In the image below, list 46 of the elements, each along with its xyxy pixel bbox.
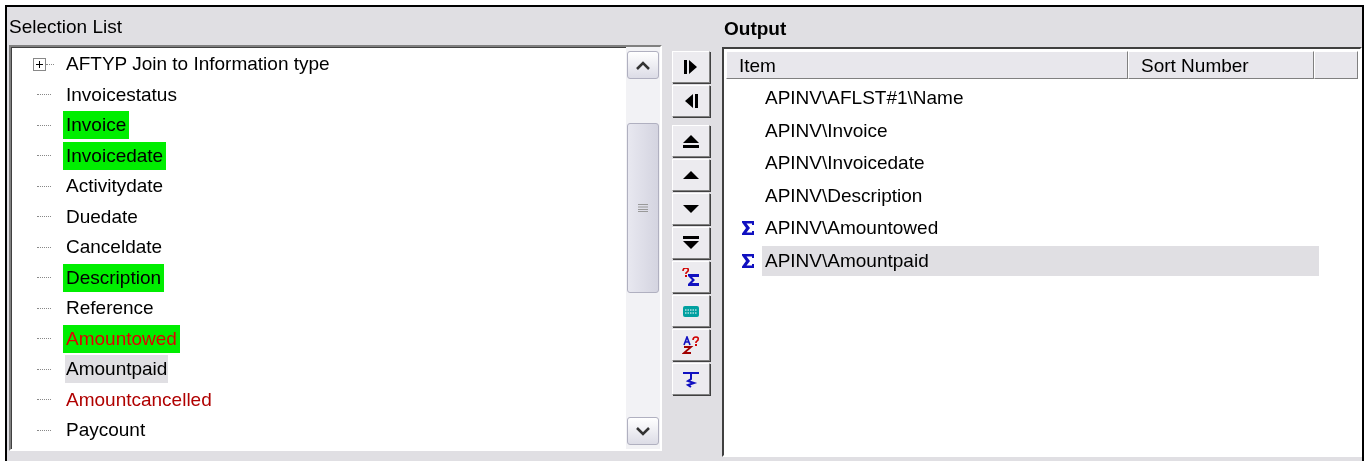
- column-header[interactable]: Item: [726, 51, 1128, 79]
- tree-item[interactable]: AFTYP Join to Information type: [65, 50, 331, 79]
- column-header[interactable]: Sort Number: [1128, 51, 1314, 79]
- grip-icon: [638, 204, 648, 212]
- output-item[interactable]: APINV\AFLST#1\Name: [762, 83, 1319, 114]
- expand-icon[interactable]: [33, 57, 46, 71]
- tree-item[interactable]: Invoicestatus: [65, 80, 178, 109]
- break-button[interactable]: [672, 363, 710, 395]
- output-item[interactable]: APINV\Amountowed: [762, 213, 1319, 244]
- chevron-up-icon: [636, 60, 650, 70]
- output-item[interactable]: APINV\Description: [762, 180, 1319, 211]
- scrollbar[interactable]: [626, 47, 660, 449]
- scroll-up-button[interactable]: [627, 51, 659, 79]
- move-bottom-button[interactable]: [672, 227, 710, 259]
- move-top-icon: [682, 132, 700, 150]
- output-item[interactable]: APINV\Invoicedate: [762, 148, 1319, 179]
- column-header[interactable]: [1314, 51, 1358, 79]
- tree-item[interactable]: Duedate: [65, 202, 139, 231]
- tree-item[interactable]: Reference: [65, 294, 155, 323]
- add-button[interactable]: [672, 51, 710, 83]
- tree-item[interactable]: Amountpaid: [65, 355, 169, 384]
- tree-item[interactable]: Amountcancelled: [65, 385, 213, 414]
- output-item[interactable]: APINV\Amountpaid: [762, 245, 1319, 276]
- chevron-down-icon: [636, 426, 650, 436]
- panel-title: Selection List: [8, 15, 123, 39]
- tree-item[interactable]: Paycount: [65, 416, 147, 445]
- tree-item[interactable]: Canceldate: [65, 233, 164, 262]
- tree-item[interactable]: Invoicedate: [65, 141, 165, 170]
- sum-button[interactable]: [672, 261, 710, 293]
- break-icon: [682, 370, 700, 388]
- move-down-button[interactable]: [672, 193, 710, 225]
- move-up-button[interactable]: [672, 159, 710, 191]
- sum-question-icon: [682, 268, 700, 286]
- move-bottom-icon: [682, 234, 700, 252]
- panel-title: Output: [723, 17, 788, 41]
- sort-button[interactable]: [672, 329, 710, 361]
- tree-item[interactable]: Activitydate: [65, 172, 165, 201]
- sort-question-icon: [682, 336, 700, 354]
- scroll-down-button[interactable]: [627, 417, 659, 445]
- remove-button[interactable]: [672, 85, 710, 117]
- tree-item[interactable]: Invoice: [65, 111, 128, 140]
- tree-item[interactable]: Description: [65, 263, 163, 292]
- scroll-thumb[interactable]: [627, 123, 659, 293]
- format-button[interactable]: [672, 295, 710, 327]
- move-top-button[interactable]: [672, 125, 710, 157]
- output-item[interactable]: APINV\Invoice: [762, 115, 1319, 146]
